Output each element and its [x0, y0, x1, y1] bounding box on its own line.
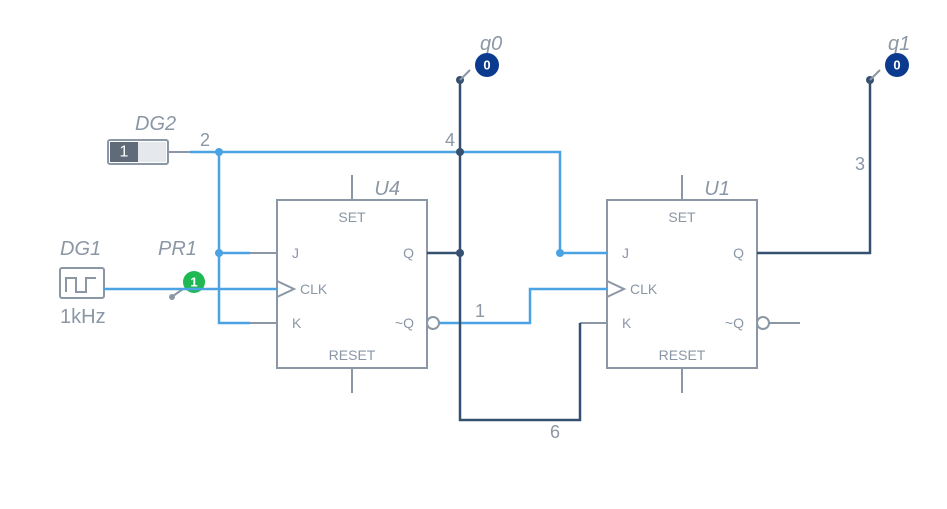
- net-3: 3: [757, 80, 870, 253]
- inverter-bubble-icon: [427, 317, 439, 329]
- q0-label: q0: [480, 33, 502, 55]
- net6-label: 6: [550, 422, 560, 442]
- pr1-value: 1: [190, 275, 197, 290]
- component-u1[interactable]: U1 SET RESET J CLK K Q ~Q: [580, 175, 800, 393]
- q1-label: q1: [888, 33, 910, 55]
- net-4: 4: [445, 130, 607, 257]
- svg-text:CLK: CLK: [630, 281, 658, 297]
- svg-text:RESET: RESET: [659, 347, 706, 363]
- svg-text:RESET: RESET: [329, 347, 376, 363]
- u4-ref: U4: [374, 178, 400, 200]
- dg2-value: 1: [120, 144, 129, 161]
- schematic-canvas[interactable]: DG2 1 DG1 1kHz PR1 1 U4 SET RESET J CLK: [0, 0, 947, 509]
- pr1-ref: PR1: [158, 238, 197, 260]
- output-q0[interactable]: q0 0: [456, 33, 502, 84]
- svg-text:K: K: [292, 315, 302, 331]
- q1-value: 0: [893, 58, 900, 73]
- svg-text:~Q: ~Q: [395, 315, 414, 331]
- net4-label: 4: [445, 130, 455, 150]
- svg-text:J: J: [292, 245, 299, 261]
- net-1: 1: [104, 289, 607, 323]
- inverter-bubble-icon: [757, 317, 769, 329]
- component-dg2[interactable]: DG2 1: [108, 113, 190, 164]
- svg-text:K: K: [622, 315, 632, 331]
- net3-label: 3: [855, 154, 865, 174]
- svg-text:CLK: CLK: [300, 281, 328, 297]
- component-dg1[interactable]: DG1 1kHz: [60, 238, 106, 328]
- dg1-freq: 1kHz: [60, 306, 106, 328]
- output-q1[interactable]: q1 0: [866, 33, 910, 84]
- svg-text:Q: Q: [733, 245, 744, 261]
- net2-label: 2: [200, 130, 210, 150]
- clk-triangle-icon: [607, 281, 624, 297]
- svg-text:SET: SET: [338, 209, 366, 225]
- svg-text:SET: SET: [668, 209, 696, 225]
- dg1-ref: DG1: [60, 238, 101, 260]
- net1-label: 1: [475, 301, 485, 321]
- svg-text:J: J: [622, 245, 629, 261]
- component-u4[interactable]: U4 SET RESET J CLK K Q ~Q: [250, 175, 439, 393]
- svg-text:Q: Q: [403, 245, 414, 261]
- clk-triangle-icon: [277, 281, 294, 297]
- q0-value: 0: [483, 58, 490, 73]
- dg2-ref: DG2: [135, 113, 176, 135]
- probe-pr1[interactable]: PR1 1: [158, 238, 205, 300]
- svg-text:~Q: ~Q: [725, 315, 744, 331]
- u1-ref: U1: [704, 178, 730, 200]
